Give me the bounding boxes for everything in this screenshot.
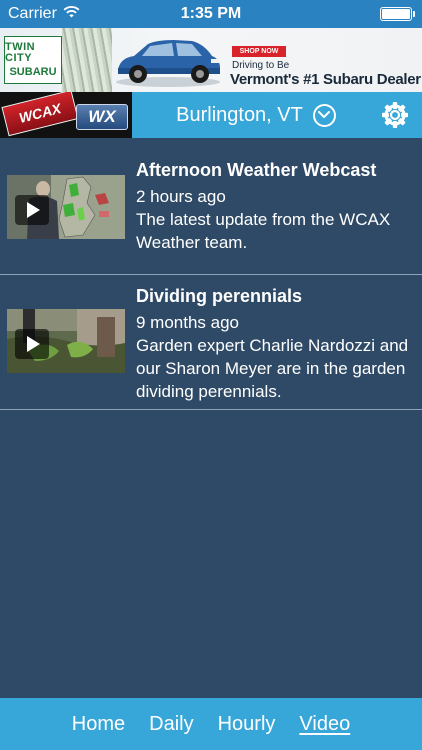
wifi-icon: [63, 5, 80, 23]
status-left: Carrier: [8, 5, 80, 23]
tab-bar: Home Daily Hourly Video: [0, 698, 422, 750]
video-age: 2 hours ago: [136, 187, 226, 206]
video-thumbnail[interactable]: [7, 175, 125, 239]
video-thumbnail[interactable]: [7, 309, 125, 373]
video-description: The latest update from the WCAX Weather …: [136, 210, 391, 252]
ad-snowy-trees: [62, 28, 112, 92]
station-logo: WCAX WX: [0, 92, 132, 138]
video-title: Afternoon Weather Webcast: [136, 160, 377, 180]
carrier-label: Carrier: [8, 5, 57, 22]
battery-fill: [382, 9, 410, 19]
video-info: Afternoon Weather Webcast 2 hours ago Th…: [136, 159, 410, 254]
tab-home[interactable]: Home: [60, 713, 137, 736]
ad-logo-line1: TWIN CITY: [5, 41, 36, 64]
tab-hourly[interactable]: Hourly: [206, 713, 288, 736]
video-description: Garden expert Charlie Nardozzi and our S…: [136, 336, 409, 401]
ad-logo-line2: SUBARU: [9, 66, 57, 78]
logo-wcax: WCAX: [1, 92, 79, 137]
header-bar: WCAX WX Burlington, VT: [0, 92, 422, 138]
ad-banner[interactable]: TWIN CITY SUBARU SHOP NOW Driving to Be …: [0, 28, 422, 92]
video-info: Dividing perennials 9 months ago Garden …: [136, 285, 410, 403]
status-bar: Carrier 1:35 PM: [0, 0, 422, 28]
video-title: Dividing perennials: [136, 286, 303, 306]
play-icon: [27, 202, 40, 218]
chevron-down-circle-icon: [312, 103, 336, 127]
gear-icon[interactable]: [372, 92, 418, 138]
tab-video[interactable]: Video: [287, 713, 362, 736]
ad-headline: Vermont's #1 Subaru Dealer: [230, 71, 421, 88]
video-item[interactable]: Dividing perennials 9 months ago Garden …: [0, 275, 422, 410]
ad-car-image: [112, 34, 224, 88]
tab-daily[interactable]: Daily: [137, 713, 205, 736]
play-button[interactable]: [15, 329, 49, 359]
play-icon: [27, 336, 40, 352]
video-age: 9 months ago: [136, 313, 240, 332]
ad-tagline: Driving to Be: [232, 60, 290, 71]
location-label: Burlington, VT: [176, 103, 303, 126]
battery-icon: [380, 7, 415, 21]
ad-shop-now-button[interactable]: SHOP NOW: [232, 46, 286, 57]
play-button[interactable]: [15, 195, 49, 225]
video-item[interactable]: Afternoon Weather Webcast 2 hours ago Th…: [0, 138, 422, 275]
logo-wx: WX: [76, 104, 128, 130]
ad-dealer-logo: TWIN CITY SUBARU: [4, 36, 62, 84]
video-list: Afternoon Weather Webcast 2 hours ago Th…: [0, 138, 422, 410]
location-selector[interactable]: Burlington, VT: [132, 103, 372, 127]
